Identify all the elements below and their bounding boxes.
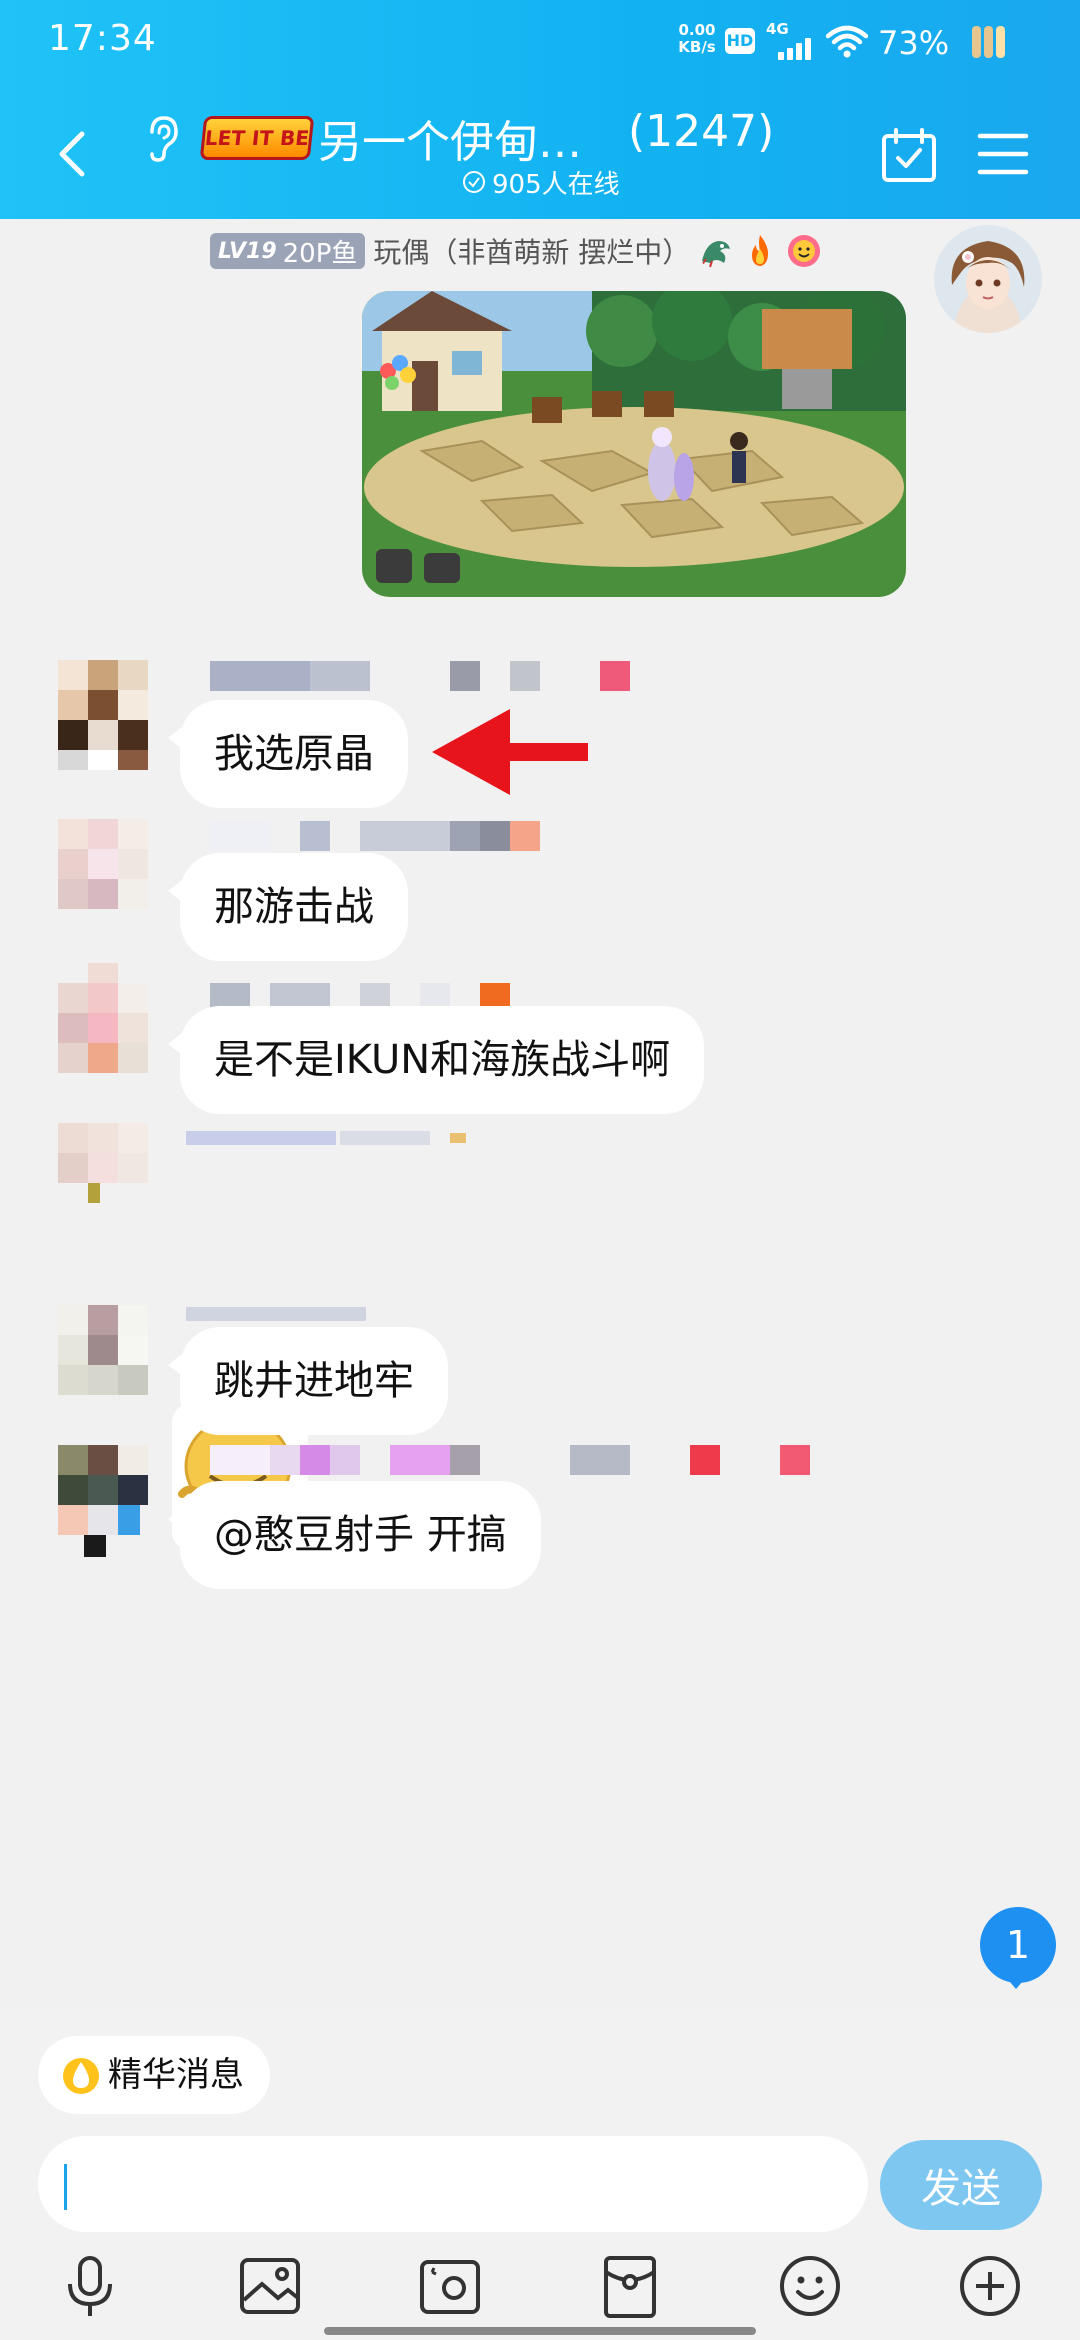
input-area: 精华消息 发送 xyxy=(0,2006,1080,2340)
avatar[interactable] xyxy=(58,819,150,929)
game-screenshot-image[interactable] xyxy=(362,291,906,597)
avatar[interactable] xyxy=(58,1305,150,1415)
net-speed-value: 0.00 xyxy=(678,21,716,39)
badge-label: 20P鱼 xyxy=(282,238,358,269)
check-circle-icon xyxy=(463,171,485,193)
red-arrow-annotation xyxy=(432,709,588,795)
group-logo: LET IT BE xyxy=(199,116,315,160)
hd-badge: HD xyxy=(725,28,755,54)
wifi-icon xyxy=(826,25,868,58)
ear-icon[interactable] xyxy=(142,114,182,164)
smile-flower-icon xyxy=(788,235,821,267)
plus-icon[interactable] xyxy=(956,2252,1024,2320)
input-toolbar xyxy=(0,2252,1080,2324)
fire-icon xyxy=(752,235,769,266)
net-speed: 0.00 KB/s xyxy=(676,22,718,56)
home-indicator[interactable] xyxy=(324,2327,756,2335)
network-type: 4G xyxy=(766,20,789,38)
avatar[interactable] xyxy=(58,963,150,1073)
message-bubble[interactable]: 我选原晶 xyxy=(168,700,408,808)
level-badge: LV19 20P鱼 xyxy=(210,233,366,269)
chat-messages[interactable]: LV19 20P鱼 玩偶（非酋萌新 摆烂中） 我选原晶 那游击战 是不是IKUN… xyxy=(0,219,1080,2009)
status-time: 17:34 xyxy=(48,18,157,59)
self-sender-line: LV19 20P鱼 玩偶（非酋萌新 摆烂中） xyxy=(210,231,822,271)
status-bar: 17:34 0.00 KB/s HD 4G 73% xyxy=(0,0,1080,84)
avatar[interactable] xyxy=(58,1123,150,1233)
back-button[interactable] xyxy=(48,124,98,184)
red-packet-icon[interactable] xyxy=(596,2252,664,2320)
self-avatar[interactable] xyxy=(934,225,1042,333)
message-input[interactable] xyxy=(38,2136,868,2232)
message-bubble[interactable]: 是不是IKUN和海族战斗啊 xyxy=(167,1006,705,1114)
drop-icon xyxy=(63,2058,99,2094)
microphone-icon[interactable] xyxy=(56,2252,124,2320)
member-count[interactable]: (1247) xyxy=(628,106,774,157)
message-bubble[interactable]: 跳井进地牢 xyxy=(168,1327,448,1435)
avatar[interactable] xyxy=(58,660,150,770)
menu-icon[interactable] xyxy=(976,130,1030,178)
level-text: LV19 xyxy=(218,238,277,264)
send-button[interactable]: 发送 xyxy=(880,2140,1042,2230)
emoji-icon[interactable] xyxy=(776,2252,844,2320)
battery-level: 73% xyxy=(878,24,950,62)
battery-icon xyxy=(972,26,1006,58)
camera-icon[interactable] xyxy=(416,2252,484,2320)
message-bubble[interactable]: @憨豆射手 开搞 xyxy=(168,1481,541,1589)
online-count: 905人在线 xyxy=(492,169,620,200)
dragon-icon xyxy=(701,241,731,268)
text-caret xyxy=(64,2164,67,2210)
net-speed-unit: KB/s xyxy=(678,38,716,56)
top-header: 17:34 0.00 KB/s HD 4G 73% LET IT BE 另一个伊… xyxy=(0,0,1080,219)
title-bar: LET IT BE 另一个伊甸… (1247) 905人在线 xyxy=(0,84,1080,219)
chat-screen: 17:34 0.00 KB/s HD 4G 73% LET IT BE 另一个伊… xyxy=(0,0,1080,2340)
message-bubble[interactable]: 那游击战 xyxy=(168,853,408,961)
group-name[interactable]: 另一个伊甸… xyxy=(318,106,582,170)
image-icon[interactable] xyxy=(236,2252,304,2320)
avatar[interactable] xyxy=(58,1445,150,1557)
essence-messages-button[interactable]: 精华消息 xyxy=(38,2036,270,2114)
signal-icon: 4G xyxy=(766,20,816,60)
unread-count-badge[interactable]: 1 xyxy=(980,1907,1056,1989)
essence-label: 精华消息 xyxy=(108,2055,244,2095)
calendar-check-icon[interactable] xyxy=(880,126,938,184)
sender-name[interactable]: 玩偶（非酋萌新 摆烂中） xyxy=(373,231,690,271)
online-status: 905人在线 xyxy=(462,164,620,200)
